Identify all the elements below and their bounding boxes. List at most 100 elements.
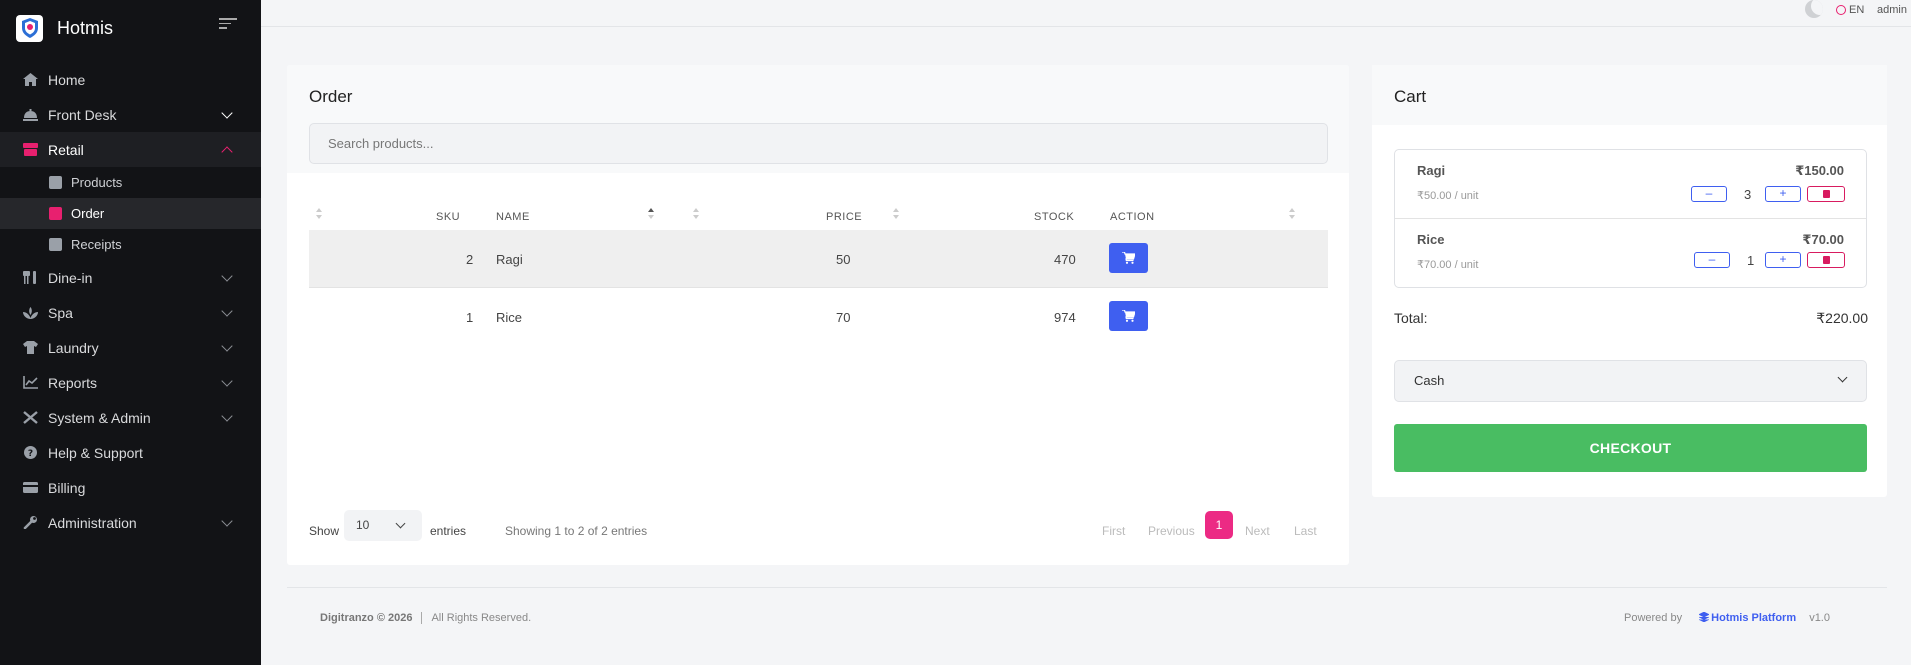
column-header-sku[interactable]: SKU — [436, 211, 460, 223]
footer-platform-name: Hotmis Platform — [1711, 612, 1797, 624]
sidebar-subitem-label: Products — [71, 175, 123, 190]
add-to-cart-button[interactable] — [1109, 301, 1148, 331]
table-row: 1 Rice 70 974 — [309, 288, 1328, 346]
sidebar-item-home[interactable]: Home — [0, 62, 261, 97]
pager-last[interactable]: Last — [1294, 524, 1317, 538]
increase-qty-button[interactable]: + — [1765, 186, 1801, 202]
globe-icon — [1836, 5, 1846, 15]
sidebar-item-laundry[interactable]: Laundry — [0, 330, 261, 365]
sidebar-subitem-label: Order — [71, 206, 105, 221]
sidebar-item-spa[interactable]: Spa — [0, 295, 261, 330]
cart-icon — [1122, 252, 1135, 264]
sidebar-item-label: Home — [48, 71, 86, 88]
cart-item-unit-price: ₹70.00 / unit — [1417, 259, 1479, 271]
sort-icon[interactable] — [316, 208, 322, 222]
sort-icon[interactable] — [693, 208, 699, 222]
decrease-qty-button[interactable]: – — [1694, 252, 1730, 268]
bell-desk-icon — [23, 109, 38, 121]
pager-page-1[interactable]: 1 — [1205, 511, 1233, 539]
dark-mode-toggle-icon[interactable] — [1805, 0, 1823, 18]
sidebar-item-retail[interactable]: Retail — [0, 132, 261, 167]
pager-previous[interactable]: Previous — [1148, 524, 1195, 538]
sort-icon[interactable] — [893, 208, 899, 222]
sidebar-item-front-desk[interactable]: Front Desk — [0, 97, 261, 132]
language-switcher[interactable]: EN — [1836, 4, 1864, 16]
add-to-cart-button[interactable] — [1109, 243, 1148, 273]
cell-price: 50 — [836, 252, 851, 267]
table-info: Showing 1 to 2 of 2 entries — [505, 524, 648, 538]
sort-asc-icon[interactable] — [648, 208, 654, 222]
bag-icon — [49, 207, 62, 220]
column-header-stock[interactable]: STOCK — [1034, 211, 1074, 223]
pager-first[interactable]: First — [1102, 524, 1125, 538]
cell-sku: 2 — [466, 252, 474, 267]
product-search-input[interactable]: Search products... — [309, 123, 1328, 164]
sidebar-item-billing[interactable]: Billing — [0, 470, 261, 505]
cart-item-qty: 3 — [1744, 187, 1752, 202]
sidebar-item-administration[interactable]: Administration — [0, 505, 261, 540]
order-title: Order — [309, 87, 353, 106]
chevron-up-icon — [221, 146, 233, 158]
sidebar-item-dine-in[interactable]: Dine-in — [0, 260, 261, 295]
cart-item: Rice ₹70.00 / unit ₹70.00 – 1 + — [1395, 219, 1866, 288]
sidebar-item-label: System & Admin — [48, 409, 151, 426]
sidebar-item-label: Administration — [48, 514, 137, 531]
chevron-down-icon — [221, 515, 233, 527]
shield-logo-icon — [16, 14, 43, 42]
chevron-down-icon — [1837, 372, 1848, 383]
sidebar-item-label: Front Desk — [48, 106, 117, 123]
chevron-down-icon — [395, 518, 406, 529]
remove-item-button[interactable] — [1807, 186, 1845, 202]
sidebar-item-reports[interactable]: Reports — [0, 365, 261, 400]
column-header-price[interactable]: PRICE — [826, 211, 862, 223]
sidebar-item-label: Laundry — [48, 339, 99, 356]
sidebar-item-help-support[interactable]: ? Help & Support — [0, 435, 261, 470]
increase-qty-button[interactable]: + — [1765, 252, 1801, 268]
sidebar-item-label: Billing — [48, 479, 86, 496]
sidebar-toggle-icon[interactable] — [219, 18, 237, 32]
sidebar-subitem-order[interactable]: Order — [0, 198, 261, 229]
cell-sku: 1 — [466, 310, 474, 325]
cart-item-name: Ragi — [1417, 163, 1446, 178]
entries-per-page-select[interactable]: 10 — [344, 510, 422, 541]
entries-label: entries — [430, 524, 467, 538]
sidebar-subitem-receipts[interactable]: Receipts — [0, 229, 261, 260]
footer-left: Digitranzo © 2026 All Rights Reserved. — [320, 612, 532, 625]
credit-card-icon — [23, 482, 38, 493]
decrease-qty-button[interactable]: – — [1691, 186, 1727, 202]
layers-icon — [1698, 611, 1710, 623]
sidebar-subitem-products[interactable]: Products — [0, 167, 261, 198]
pager-next[interactable]: Next — [1245, 524, 1270, 538]
checkout-button[interactable]: CHECKOUT — [1394, 424, 1867, 472]
receipt-icon — [49, 238, 62, 251]
footer-platform-link[interactable]: Hotmis Platform — [1698, 611, 1799, 624]
sort-icon[interactable] — [1289, 208, 1295, 222]
table-row: 2 Ragi 50 470 — [309, 230, 1328, 288]
cell-stock: 470 — [1054, 252, 1076, 267]
sidebar-item-label: Dine-in — [48, 269, 93, 286]
total-label: Total: — [1394, 310, 1428, 326]
remove-item-button[interactable] — [1807, 252, 1845, 268]
table-header: SKU NAME PRICE STOCK ACTION — [309, 201, 1328, 231]
cart-item-unit-price: ₹50.00 / unit — [1417, 190, 1479, 202]
cart-icon — [1122, 310, 1135, 322]
cart-item-name: Rice — [1417, 232, 1445, 247]
footer-version: v1.0 — [1809, 612, 1830, 624]
footer-rights: All Rights Reserved. — [431, 612, 532, 624]
sidebar-item-system-admin[interactable]: System & Admin — [0, 400, 261, 435]
cart-title: Cart — [1394, 87, 1427, 106]
show-label: Show — [309, 524, 340, 538]
column-header-name[interactable]: NAME — [496, 211, 530, 223]
spa-icon — [23, 307, 38, 319]
sidebar-item-label: Spa — [48, 304, 73, 321]
utensils-icon — [23, 271, 36, 284]
cart-panel-header — [1372, 65, 1887, 125]
shirt-icon — [23, 341, 38, 354]
column-header-action: ACTION — [1110, 211, 1155, 223]
user-menu[interactable]: admin — [1877, 4, 1907, 16]
sidebar-item-label: Reports — [48, 374, 98, 391]
payment-method-select[interactable]: Cash — [1394, 360, 1867, 402]
order-panel: Order Search products... SKU NAME PRICE … — [287, 65, 1349, 565]
sidebar-nav: Home Front Desk Retail Products Order Re… — [0, 62, 261, 540]
chart-line-icon — [23, 376, 38, 389]
